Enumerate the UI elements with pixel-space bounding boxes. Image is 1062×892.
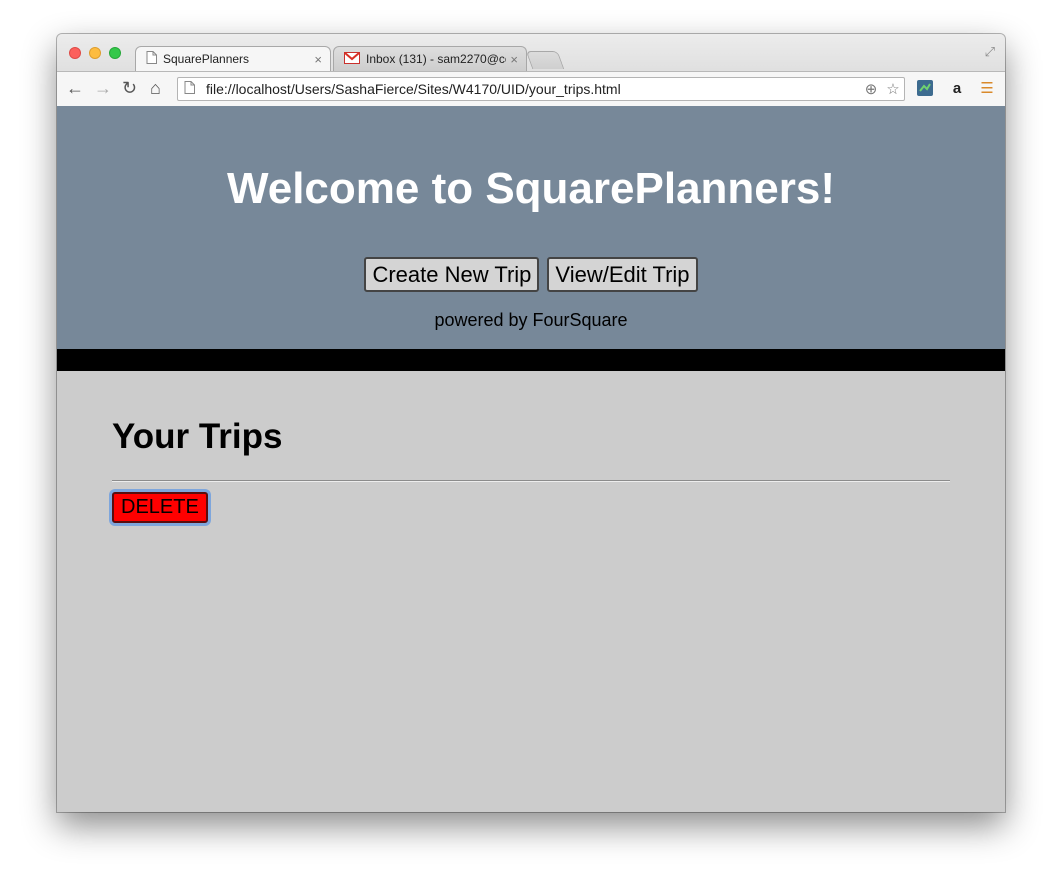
browser-window: SquarePlanners × Inbox (131) - sam2270@c… bbox=[57, 34, 1005, 812]
tab-title: SquarePlanners bbox=[163, 52, 250, 66]
bookmark-star-icon[interactable]: ☆ bbox=[882, 80, 904, 98]
minimize-window-button[interactable] bbox=[89, 47, 101, 59]
create-new-trip-button[interactable]: Create New Trip bbox=[364, 257, 540, 292]
forward-arrow-icon[interactable]: → bbox=[94, 76, 112, 100]
divider bbox=[112, 480, 950, 482]
trips-section: Your Trips DELETE bbox=[57, 417, 1005, 523]
address-bar[interactable]: file://localhost/Users/SashaFierce/Sites… bbox=[177, 77, 905, 101]
page-viewport: Welcome to SquarePlanners! Create New Tr… bbox=[57, 106, 1005, 812]
amazon-icon[interactable]: a bbox=[947, 79, 967, 99]
tab-squareplanners[interactable]: SquarePlanners × bbox=[135, 46, 331, 71]
gmail-icon bbox=[344, 51, 360, 67]
delete-button[interactable]: DELETE bbox=[112, 492, 208, 523]
page-icon bbox=[146, 51, 157, 67]
header-nav: Create New Trip View/Edit Trip bbox=[57, 257, 1005, 292]
address-text[interactable]: file://localhost/Users/SashaFierce/Sites… bbox=[200, 81, 860, 97]
reload-icon[interactable]: ↻ bbox=[122, 76, 137, 100]
home-icon[interactable]: ⌂ bbox=[150, 76, 161, 100]
menu-icon[interactable]: ☰ bbox=[977, 79, 997, 99]
page-icon bbox=[178, 80, 200, 98]
back-arrow-icon[interactable]: ← bbox=[66, 76, 84, 100]
fullscreen-icon[interactable]: ⤢ bbox=[985, 44, 995, 60]
tab-gmail-inbox[interactable]: Inbox (131) - sam2270@cc × bbox=[333, 46, 527, 71]
site-header: Welcome to SquarePlanners! Create New Tr… bbox=[57, 106, 1005, 349]
page-title: Welcome to SquarePlanners! bbox=[226, 164, 836, 213]
header-divider bbox=[57, 349, 1005, 371]
zoom-icon[interactable]: ⊕ bbox=[860, 80, 882, 98]
powered-by-text: powered by FourSquare bbox=[434, 310, 628, 330]
browser-chrome: SquarePlanners × Inbox (131) - sam2270@c… bbox=[57, 34, 1005, 107]
view-edit-trip-button[interactable]: View/Edit Trip bbox=[547, 257, 698, 292]
extension-icon[interactable] bbox=[915, 79, 935, 99]
browser-toolbar: ← → ↻ ⌂ file://localhost/Users/SashaFier… bbox=[57, 71, 1005, 106]
tab-title: Inbox (131) - sam2270@cc bbox=[366, 52, 507, 66]
section-title: Your Trips bbox=[112, 417, 283, 456]
tab-close-icon[interactable]: × bbox=[510, 52, 518, 67]
new-tab-button[interactable] bbox=[525, 51, 565, 69]
zoom-window-button[interactable] bbox=[109, 47, 121, 59]
tab-close-icon[interactable]: × bbox=[314, 52, 322, 67]
close-window-button[interactable] bbox=[69, 47, 81, 59]
